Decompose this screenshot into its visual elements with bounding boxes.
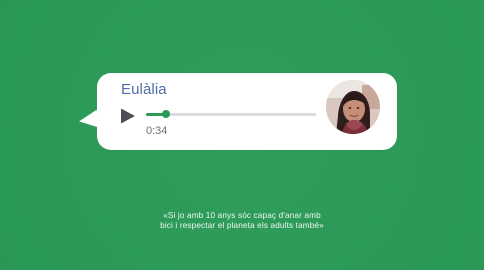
sender-name: Eulàlia — [121, 81, 167, 98]
voice-message-bubble: Eulàlia 0:34 — [97, 73, 397, 150]
avatar — [326, 80, 380, 134]
play-icon — [121, 108, 135, 124]
caption-line-1: «Si jo amb 10 anys sóc capaç d'anar amb — [163, 211, 321, 220]
caption-text: «Si jo amb 10 anys sóc capaç d'anar amb … — [102, 211, 382, 231]
play-button[interactable] — [119, 107, 137, 125]
audio-progress-thumb[interactable] — [162, 110, 171, 118]
audio-progress-track[interactable] — [146, 110, 316, 118]
caption-line-2: bici i respectar el planeta els adults t… — [160, 221, 324, 230]
bubble-tail — [77, 109, 100, 131]
audio-duration: 0:34 — [146, 125, 168, 137]
